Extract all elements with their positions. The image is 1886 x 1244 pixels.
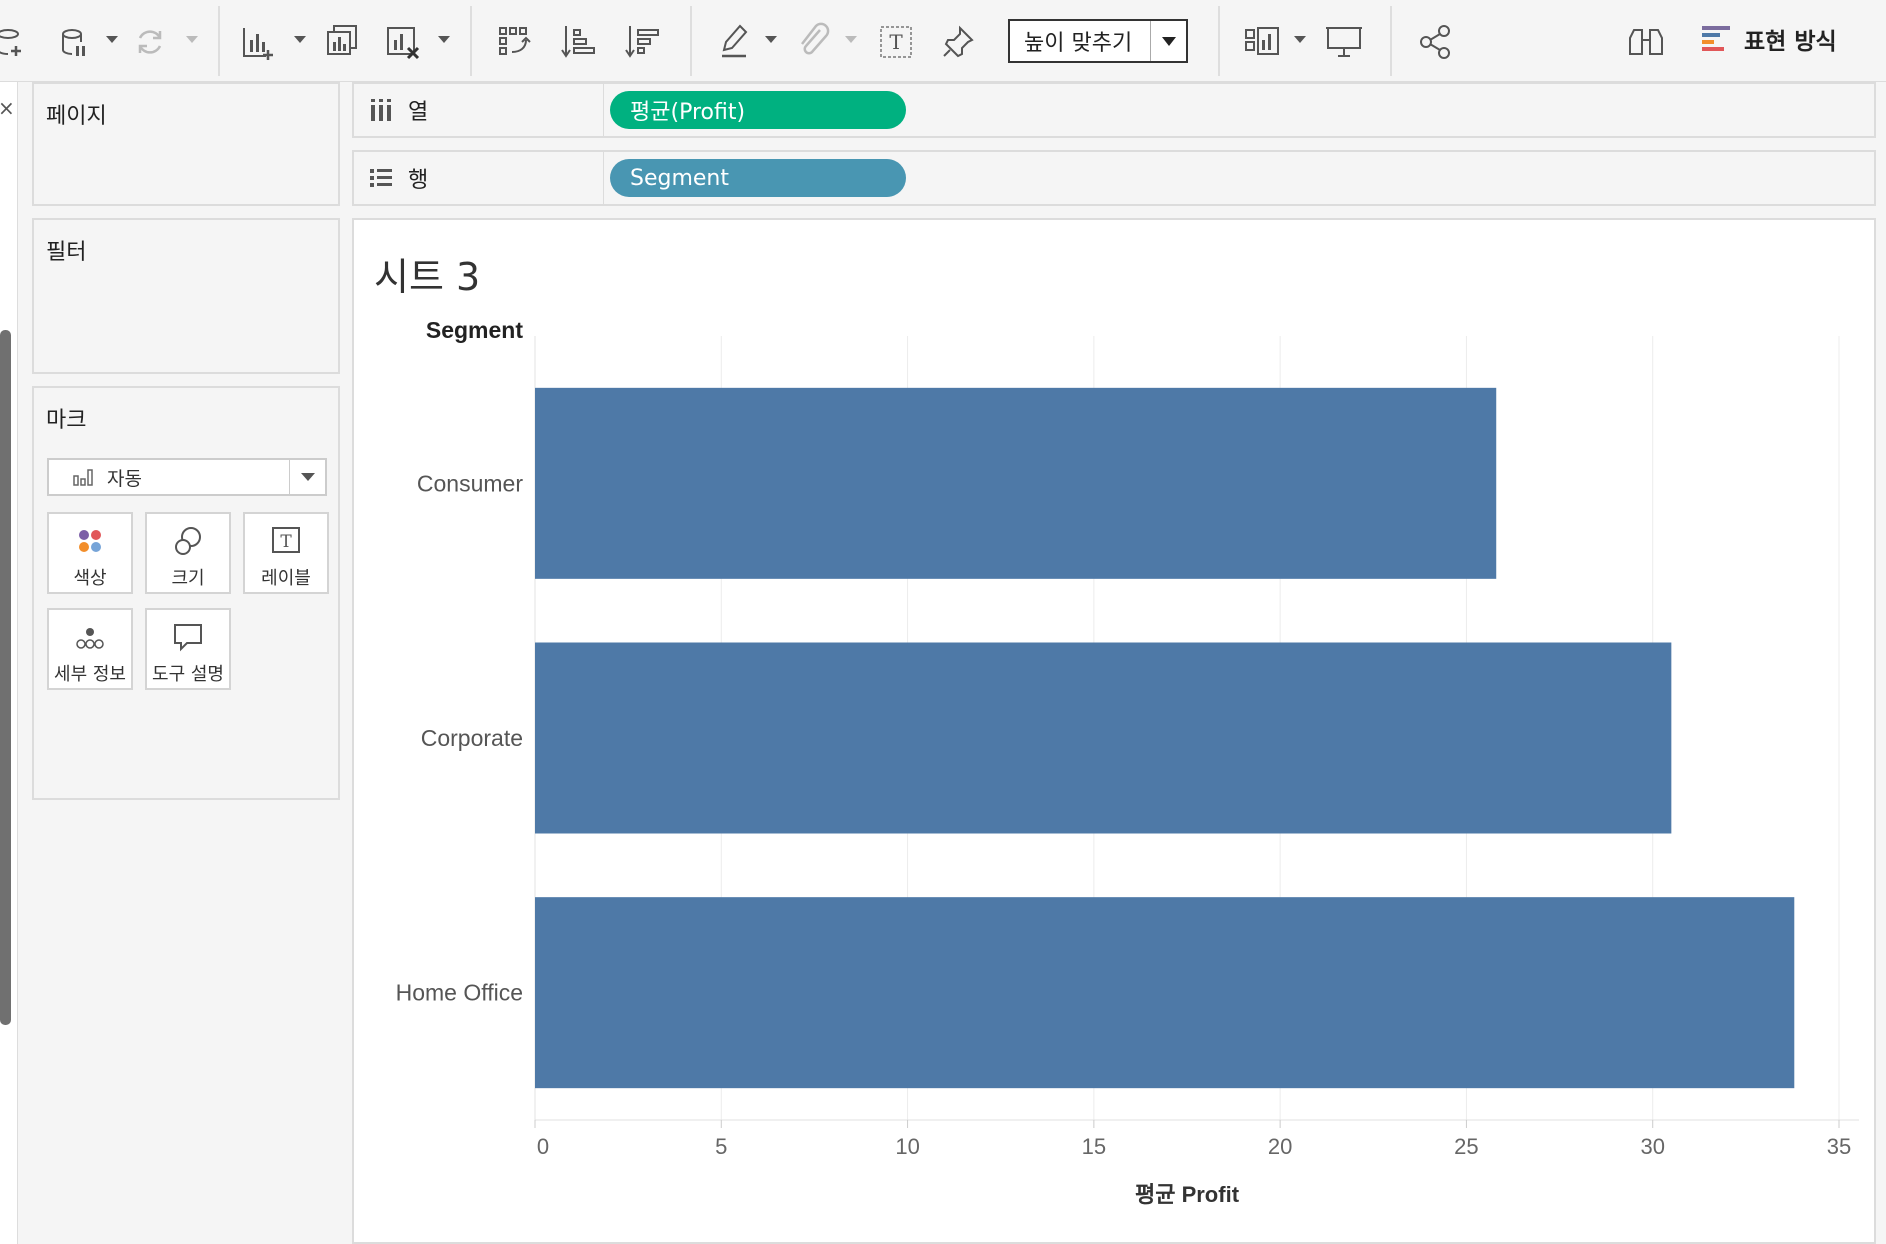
- text-label-icon: T: [272, 527, 300, 553]
- size-circles-icon: [175, 527, 201, 555]
- sort-ascending-icon[interactable]: [556, 20, 600, 64]
- clear-sheet-icon[interactable]: [382, 20, 426, 64]
- rows-shelf-label: 행: [408, 168, 429, 193]
- bar: [535, 642, 1672, 834]
- clear-sheet-caret-icon[interactable]: [438, 36, 450, 43]
- color-palette-icon: [79, 530, 101, 552]
- x-tick-label: 25: [1454, 1134, 1478, 1159]
- x-tick-label: 10: [895, 1134, 919, 1159]
- rows-shelf[interactable]: 행 Segment: [352, 150, 1876, 206]
- toolbar-divider: [1218, 6, 1220, 76]
- marks-card: 마크 자동 색상 크기 T 레이블 세부 정보 도구 설명: [32, 386, 340, 800]
- worksheet-view: 시트 3 Segment Consumer Corporate Home Office…: [352, 218, 1876, 1244]
- toolbar: T 높이 맞추기 표현 방식: [0, 0, 1886, 82]
- svg-text:T: T: [889, 30, 903, 54]
- show-mark-labels-icon[interactable]: T: [874, 20, 918, 64]
- columns-shelf-header: 열: [354, 84, 604, 136]
- x-tick-label: 5: [715, 1134, 727, 1159]
- filters-card-title: 필터: [46, 240, 87, 265]
- color-mark-label: 색상: [73, 568, 107, 589]
- detail-mark-button[interactable]: 세부 정보: [47, 608, 133, 690]
- show-me-icon: [1702, 26, 1730, 51]
- columns-shelf-label: 열: [408, 100, 429, 125]
- share-icon[interactable]: [1414, 20, 1458, 64]
- show-me-button[interactable]: 표현 방식: [1700, 22, 1837, 56]
- highlight-caret-icon[interactable]: [765, 36, 777, 43]
- binoculars-icon[interactable]: [1624, 20, 1668, 64]
- rows-icon: [370, 169, 392, 187]
- tooltip-mark-button[interactable]: 도구 설명: [145, 608, 231, 690]
- left-pane-scrollbar[interactable]: [0, 330, 11, 1025]
- group-members-icon[interactable]: [792, 20, 836, 64]
- columns-icon: [371, 99, 391, 121]
- detail-dots-icon: [76, 628, 104, 649]
- tooltip-bubble-icon: [174, 624, 202, 652]
- fit-dropdown-caret-icon[interactable]: [1150, 21, 1186, 61]
- size-mark-label: 크기: [171, 568, 205, 589]
- x-tick-label: 0: [537, 1134, 549, 1159]
- pause-updates-caret-icon[interactable]: [106, 36, 118, 43]
- mark-type-caret-icon[interactable]: [289, 460, 325, 494]
- filters-card[interactable]: 필터: [32, 218, 340, 374]
- marks-card-title: 마크: [46, 408, 87, 433]
- toolbar-divider: [690, 6, 692, 76]
- automatic-mark-icon: [73, 468, 99, 486]
- category-label: Corporate: [421, 725, 523, 751]
- svg-text:T: T: [280, 532, 292, 552]
- row-header-label: Segment: [426, 317, 523, 343]
- bar: [535, 387, 1497, 579]
- tooltip-mark-label: 도구 설명: [152, 664, 224, 685]
- bar: [535, 897, 1795, 1089]
- close-icon[interactable]: ×: [0, 96, 15, 120]
- new-worksheet-caret-icon[interactable]: [294, 36, 306, 43]
- x-axis-title: 평균 Profit: [1135, 1182, 1240, 1207]
- new-data-source-icon[interactable]: [0, 20, 30, 64]
- group-members-caret-icon[interactable]: [845, 36, 857, 43]
- color-mark-button[interactable]: 색상: [47, 512, 133, 594]
- duplicate-sheet-icon[interactable]: [320, 20, 364, 64]
- show-cards-caret-icon[interactable]: [1294, 36, 1306, 43]
- show-cards-icon[interactable]: [1240, 20, 1284, 64]
- fit-dropdown-label: 높이 맞추기: [1024, 31, 1133, 56]
- fit-dropdown[interactable]: 높이 맞추기: [1008, 19, 1188, 63]
- toolbar-divider: [1390, 6, 1392, 76]
- columns-measure-pill[interactable]: 평균(Profit): [610, 91, 906, 129]
- refresh-caret-icon[interactable]: [186, 36, 198, 43]
- size-mark-button[interactable]: 크기: [145, 512, 231, 594]
- refresh-icon[interactable]: [128, 20, 172, 64]
- bar-chart: Segment Consumer Corporate Home Office 0 5 10 1…: [396, 317, 1859, 1207]
- label-mark-label: 레이블: [261, 568, 311, 589]
- columns-shelf[interactable]: 열 평균(Profit): [352, 82, 1876, 138]
- pages-card[interactable]: 페이지: [32, 82, 340, 206]
- toolbar-divider: [470, 6, 472, 76]
- mark-type-dropdown[interactable]: 자동: [47, 458, 327, 496]
- columns-pill-label: 평균(Profit): [630, 100, 746, 125]
- mark-type-label: 자동: [107, 467, 142, 490]
- sort-descending-icon[interactable]: [620, 20, 664, 64]
- category-label: Home Office: [396, 980, 523, 1006]
- rows-dimension-pill[interactable]: Segment: [610, 159, 906, 197]
- detail-mark-label: 세부 정보: [54, 664, 126, 685]
- x-tick-label: 30: [1640, 1134, 1664, 1159]
- highlight-icon[interactable]: [714, 20, 758, 64]
- rows-pill-label: Segment: [630, 165, 729, 191]
- x-tick-label: 15: [1082, 1134, 1106, 1159]
- show-me-label: 표현 방식: [1744, 29, 1837, 55]
- pause-updates-icon[interactable]: [50, 20, 94, 64]
- fix-axes-pin-icon[interactable]: [936, 20, 980, 64]
- x-tick-label: 35: [1827, 1134, 1851, 1159]
- presentation-mode-icon[interactable]: [1322, 20, 1366, 64]
- x-tick-label: 20: [1268, 1134, 1292, 1159]
- label-mark-button[interactable]: T 레이블: [243, 512, 329, 594]
- new-worksheet-icon[interactable]: [236, 20, 280, 64]
- toolbar-divider: [218, 6, 220, 76]
- pages-card-title: 페이지: [46, 104, 107, 129]
- swap-rows-columns-icon[interactable]: [492, 20, 536, 64]
- rows-shelf-header: 행: [354, 152, 604, 204]
- category-label: Consumer: [417, 470, 523, 496]
